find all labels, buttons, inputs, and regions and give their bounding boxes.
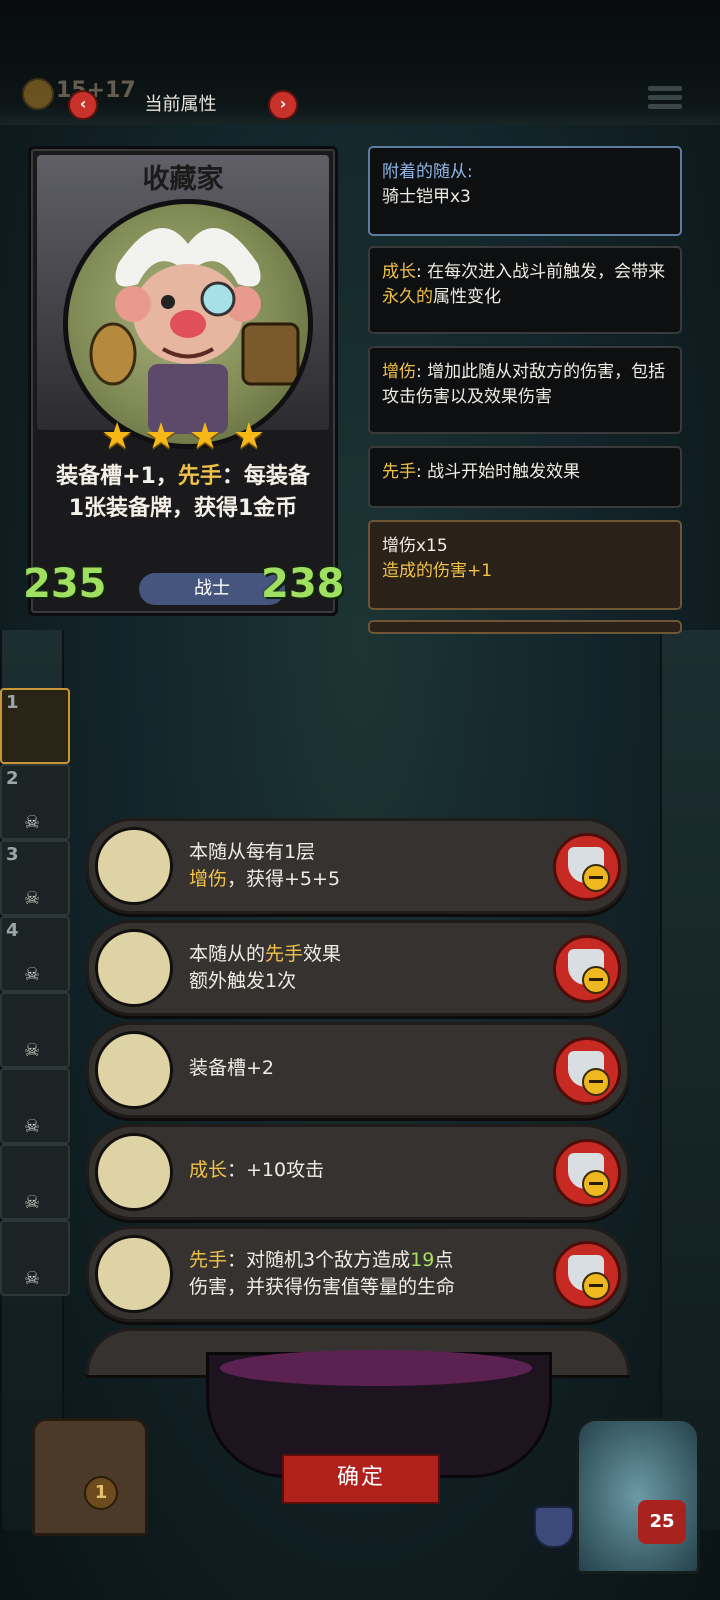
attached-minion-panel: 附着的随从: 骑士铠甲x3 <box>368 146 682 236</box>
upgrade-item: 先手：对随机3个敌方造成19点 伤害，并获得伤害值等量的生命 <box>86 1226 630 1322</box>
skull-icon: ☠ <box>24 1192 41 1213</box>
bat-staff-icon <box>95 827 173 905</box>
status-effect-panel: 增伤x15 造成的伤害+1 <box>368 520 682 610</box>
keyword-damage-boost-panel: 增伤: 增加此随从对敌方的伤害，包括攻击伤害以及效果伤害 <box>368 346 682 434</box>
gold-coin-icon <box>22 78 54 110</box>
pig-icon <box>95 1031 173 1109</box>
upgrade-item: 本随从每有1层 增伤，获得+5+5 <box>86 818 630 914</box>
next-button[interactable]: › <box>268 90 298 120</box>
lineup-slot[interactable]: 1 <box>0 688 70 764</box>
lineup-slot[interactable]: ☠ <box>0 1068 70 1144</box>
lineup-slot[interactable]: ☠ <box>0 1144 70 1220</box>
upgrade-item: 本随从的先手效果 额外触发1次 <box>86 920 630 1016</box>
cauldron-brew <box>220 1350 532 1386</box>
star-rating: ★ ★ ★ ★ <box>101 419 265 455</box>
star-icon: ★ <box>232 416 265 457</box>
keyword-growth-panel: 成长: 在每次进入战斗前触发，会带来永久的属性变化 <box>368 246 682 334</box>
lineup-slot[interactable]: ☠ <box>0 1220 70 1296</box>
spectral-blade-icon <box>95 1235 173 1313</box>
attack-value: 235 <box>23 561 107 607</box>
remove-upgrade-button[interactable] <box>553 1037 621 1105</box>
skull-icon: ☠ <box>24 1040 41 1061</box>
skull-icon: ☠ <box>24 888 41 909</box>
collector-portrait <box>63 199 313 449</box>
star-icon: ★ <box>101 416 134 457</box>
star-icon: ★ <box>188 416 222 457</box>
lineup-slot[interactable]: 4 ☠ <box>0 916 70 992</box>
right-pillar <box>660 630 720 1530</box>
remove-upgrade-button[interactable] <box>553 935 621 1003</box>
upgrade-item: 装备槽+2 <box>86 1022 630 1118</box>
hero-portrait[interactable] <box>576 1418 700 1574</box>
fire-axe-icon <box>95 1133 173 1211</box>
skull-icon: ☠ <box>24 964 41 985</box>
status-effect-panel-next <box>368 620 682 634</box>
unit-name: 收藏家 <box>142 164 224 195</box>
health-value: 238 <box>261 561 345 607</box>
lineup-slot[interactable]: ☠ <box>0 992 70 1068</box>
chest-count-badge: 1 <box>84 1476 118 1510</box>
skull-icon: ☠ <box>24 812 41 833</box>
unit-card: 收藏家 ★ ★ ★ ★ 装备槽+1，先手：每装备1张装备牌，获得1金币 235 … <box>23 146 345 616</box>
lineup-slot[interactable]: 2 ☠ <box>0 764 70 840</box>
top-bar <box>0 0 720 125</box>
skull-icon: ☠ <box>24 1268 41 1289</box>
remove-upgrade-button[interactable] <box>553 1139 621 1207</box>
prev-button[interactable]: ‹ <box>68 90 98 120</box>
star-icon: ★ <box>144 416 178 457</box>
remove-upgrade-button[interactable] <box>553 1241 621 1309</box>
confirm-button[interactable]: 确定 <box>282 1454 440 1504</box>
unit-ability: 装备槽+1，先手：每装备1张装备牌，获得1金币 <box>56 464 310 521</box>
treasure-chest-icon[interactable] <box>32 1418 148 1536</box>
page-title: 当前属性 <box>144 94 217 115</box>
upgrade-item: 成长：+10攻击 <box>86 1124 630 1220</box>
lineup-slot[interactable]: 3 ☠ <box>0 840 70 916</box>
hero-health-badge: 25 <box>638 1500 686 1544</box>
menu-icon[interactable] <box>648 82 682 116</box>
orb-charm-icon <box>95 929 173 1007</box>
skull-icon: ☠ <box>24 1116 41 1137</box>
keyword-first-strike-panel: 先手: 战斗开始时触发效果 <box>368 446 682 508</box>
remove-upgrade-button[interactable] <box>553 833 621 901</box>
shield-icon <box>534 1506 574 1548</box>
